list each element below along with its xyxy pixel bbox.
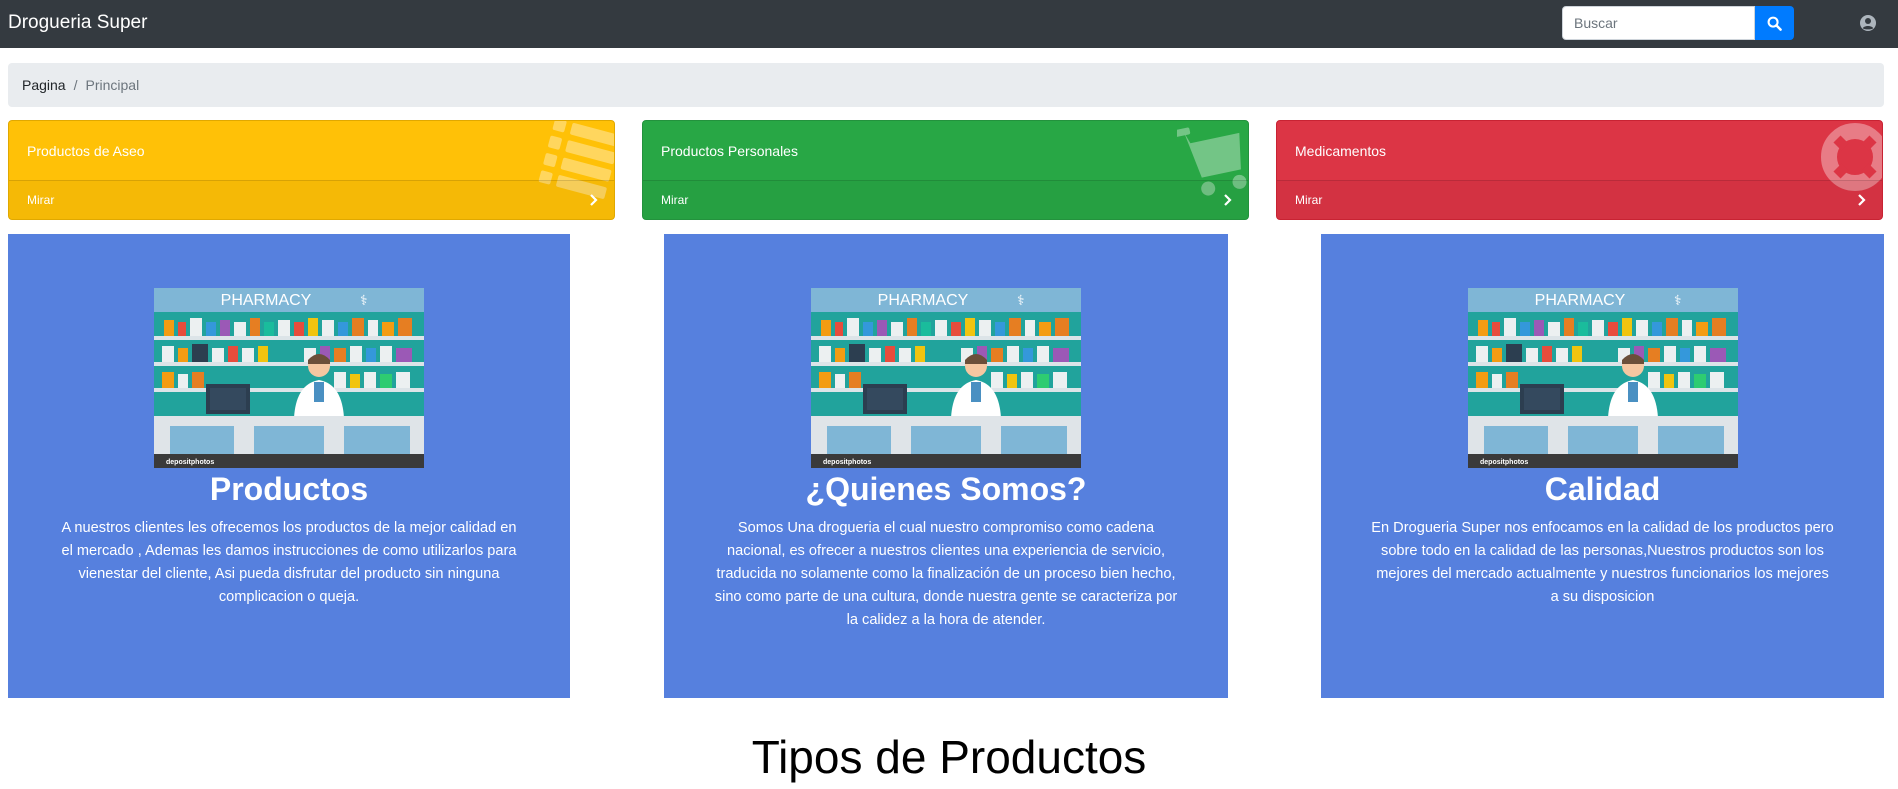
pharmacy-sign: PHARMACY xyxy=(1534,292,1625,309)
chevron-right-icon xyxy=(1224,194,1232,206)
svg-text:⚕: ⚕ xyxy=(1674,293,1682,309)
brand-logo-text[interactable]: Drogueria Super xyxy=(8,12,147,34)
breadcrumb: Pagina / Principal xyxy=(8,63,1884,107)
search-button[interactable] xyxy=(1755,6,1794,40)
pharmacy-illustration: PHARMACY ⚕ depositphotos xyxy=(154,288,424,468)
user-circle-icon[interactable] xyxy=(1859,14,1877,32)
category-title: Productos Personales xyxy=(661,143,798,159)
panel-productos: PHARMACY ⚕ depositphotos Productos A nue… xyxy=(8,234,570,698)
chevron-right-icon xyxy=(1858,194,1866,206)
search-input[interactable] xyxy=(1562,6,1755,40)
category-card-aseo: Productos de Aseo Mirar xyxy=(8,120,615,220)
category-footer-link[interactable]: Mirar xyxy=(9,180,614,219)
panel-title: Calidad xyxy=(1544,471,1661,507)
category-title: Medicamentos xyxy=(1295,143,1387,159)
top-navbar: Drogueria Super xyxy=(0,0,1898,48)
watermark-text: depositphotos xyxy=(823,459,871,466)
svg-text:⚕: ⚕ xyxy=(360,293,368,309)
search-icon xyxy=(1767,16,1782,31)
category-link-label[interactable]: Mirar xyxy=(27,193,54,207)
category-card-medicamentos: Medicamentos Mirar xyxy=(1276,120,1883,220)
category-card-personales: Productos Personales Mirar xyxy=(642,120,1249,220)
panel-title: ¿Quienes Somos? xyxy=(805,471,1087,507)
category-link-label[interactable]: Mirar xyxy=(1295,193,1322,207)
chevron-right-icon xyxy=(590,194,598,206)
panel-calidad: PHARMACY ⚕ depositphotos Calidad En Drog… xyxy=(1321,234,1884,698)
category-link-label[interactable]: Mirar xyxy=(661,193,688,207)
section-heading: Tipos de Productos xyxy=(751,731,1147,783)
panel-title: Productos xyxy=(209,471,369,507)
category-title: Productos de Aseo xyxy=(27,143,145,159)
breadcrumb-item-pagina[interactable]: Pagina xyxy=(22,77,66,93)
watermark-text: depositphotos xyxy=(166,459,214,466)
breadcrumb-separator: / xyxy=(73,77,78,93)
panel-quienes-somos: PHARMACY ⚕ depositphotos ¿Quienes Somos?… xyxy=(664,234,1228,698)
watermark-text: depositphotos xyxy=(1480,459,1528,466)
pharmacy-sign: PHARMACY xyxy=(221,292,312,309)
pharmacy-illustration: PHARMACY ⚕ depositphotos xyxy=(811,288,1081,468)
category-footer-link[interactable]: Mirar xyxy=(643,180,1248,219)
panel-text: A nuestros clientes les ofrecemos los pr… xyxy=(61,520,517,605)
svg-text:⚕: ⚕ xyxy=(1017,293,1025,309)
panel-text: Somos Una drogueria el cual nuestro comp… xyxy=(714,520,1178,628)
breadcrumb-item-principal: Principal xyxy=(85,77,140,93)
panel-text: En Drogueria Super nos enfocamos en la c… xyxy=(1371,520,1834,605)
pharmacy-illustration: PHARMACY ⚕ depositphotos xyxy=(1467,288,1738,468)
category-footer-link[interactable]: Mirar xyxy=(1277,180,1882,219)
pharmacy-sign: PHARMACY xyxy=(878,292,969,309)
